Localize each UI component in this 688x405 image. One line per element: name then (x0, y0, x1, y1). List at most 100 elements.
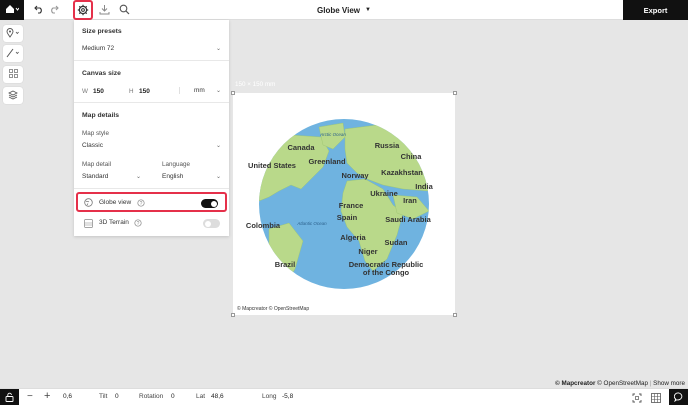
osm-credit[interactable]: © OpenStreetMap (597, 380, 648, 387)
chat-button[interactable] (669, 389, 688, 405)
resize-handle[interactable] (453, 313, 457, 317)
tilt-value[interactable]: 0 (115, 393, 119, 400)
fit-icon (632, 393, 642, 405)
divider (74, 102, 229, 103)
rotation-label: Rotation (139, 393, 164, 400)
chevron-down-icon: ⌄ (215, 143, 221, 149)
table-button[interactable] (651, 393, 661, 405)
redo-button[interactable] (47, 3, 61, 17)
width-label: W (82, 88, 88, 95)
terrain-label: 3D Terrain (99, 219, 129, 226)
layers-tool-button[interactable] (3, 87, 23, 104)
resize-handle[interactable] (453, 91, 457, 95)
lat-label: Lat (196, 393, 206, 400)
lat-value[interactable]: 48,6 (211, 393, 224, 400)
export-button[interactable]: Export (623, 0, 688, 20)
lock-icon (5, 392, 14, 404)
long-label: Long (262, 393, 277, 400)
map-style-label: Map style (82, 130, 109, 137)
resize-handle[interactable] (231, 91, 235, 95)
map-label: Saudi Arabia (385, 215, 431, 224)
height-input[interactable]: 150 (139, 88, 150, 95)
map-detail-value: Standard (82, 173, 109, 180)
help-icon[interactable]: ? (137, 199, 145, 209)
zoom-value[interactable]: 0,6 (63, 393, 72, 400)
map-label: Niger (358, 247, 377, 256)
unit-value: mm (194, 87, 205, 94)
download-button[interactable] (97, 3, 111, 17)
map-label: China (401, 152, 423, 161)
map-details-title: Map details (82, 112, 120, 119)
language-value: English (162, 173, 184, 180)
pin-tool-button[interactable] (3, 25, 23, 42)
minus-icon: − (27, 391, 33, 402)
top-bar: Globe View ▼ Export (0, 0, 688, 20)
unit-select[interactable]: mm ⌄ (179, 87, 221, 94)
pin-icon (6, 27, 20, 40)
globe-view-toggle[interactable] (201, 199, 218, 208)
chevron-down-icon: ⌄ (215, 88, 221, 94)
divider (74, 60, 229, 61)
resize-handle[interactable] (231, 313, 235, 317)
map-label: Kazakhstan (381, 168, 423, 177)
search-button[interactable] (117, 3, 131, 17)
map-label: Ukraine (370, 189, 398, 198)
table-icon (651, 393, 661, 405)
zoom-out-button[interactable]: − (27, 391, 33, 402)
status-bar: − + 0,6 Tilt 0 Rotation 0 Lat 48,6 Long … (0, 388, 688, 405)
lock-button[interactable] (0, 389, 19, 405)
long-value[interactable]: -5,8 (282, 393, 293, 400)
settings-button[interactable] (73, 0, 93, 20)
grid-icon (8, 69, 18, 80)
map-label: Russia (375, 141, 400, 150)
globe-view-row: Globe view ? (76, 192, 227, 212)
fit-view-button[interactable] (632, 393, 642, 405)
rotation-value[interactable]: 0 (171, 393, 175, 400)
map-label: Iran (403, 196, 417, 205)
language-select[interactable]: English ⌄ (162, 173, 221, 180)
divider (74, 188, 229, 189)
terrain-row: 3D Terrain ? (76, 214, 227, 234)
terrain-icon (84, 219, 93, 230)
language-label: Language (162, 161, 191, 168)
zoom-in-button[interactable]: + (44, 390, 50, 402)
toggle-knob (210, 200, 217, 207)
globe-view-label: Globe view (99, 199, 132, 206)
canvas-size-title: Canvas size (82, 70, 121, 77)
download-icon (99, 4, 110, 17)
undo-button[interactable] (32, 3, 46, 17)
help-icon[interactable]: ? (134, 219, 142, 229)
show-more-link[interactable]: Show more (653, 380, 685, 387)
home-icon (5, 4, 20, 16)
map-canvas[interactable]: Arctic Ocean Canada Greenland Russia Chi… (231, 91, 457, 317)
map-label: Colombia (246, 221, 281, 230)
plus-icon: + (44, 390, 51, 402)
globe-map: Arctic Ocean Canada Greenland Russia Chi… (246, 119, 434, 289)
settings-panel: Size presets Medium 72 ⌄ Canvas size W 1… (74, 20, 229, 236)
canvas-size-label: 150 × 150 mm (235, 81, 276, 88)
svg-text:?: ? (140, 201, 143, 207)
map-detail-select[interactable]: Standard ⌄ (82, 173, 141, 180)
globe-icon (84, 198, 93, 209)
size-presets-select[interactable]: Medium 72 ⌄ (82, 45, 221, 52)
map-style-value: Classic (82, 142, 103, 149)
line-icon (6, 48, 20, 60)
view-title-label: Globe View (317, 5, 361, 15)
map-label: Spain (337, 213, 358, 222)
canvas-attribution: © Mapcreator © OpenStreetMap (237, 306, 310, 312)
map-label: Sudan (385, 238, 408, 247)
map-label: Norway (341, 171, 369, 180)
grid-tool-button[interactable] (3, 66, 23, 83)
size-presets-value: Medium 72 (82, 45, 115, 52)
map-label: of the Congo (363, 268, 410, 277)
map-label: Atlantic Ocean (296, 221, 327, 226)
home-button[interactable] (0, 0, 24, 20)
map-style-select[interactable]: Classic ⌄ (82, 142, 221, 149)
mapcreator-credit: © Mapcreator (555, 380, 596, 387)
width-input[interactable]: 150 (93, 88, 104, 95)
height-label: H (129, 88, 134, 95)
chevron-down-icon: ⌄ (215, 46, 221, 52)
map-label: United States (248, 161, 296, 170)
line-tool-button[interactable] (3, 45, 23, 62)
terrain-toggle[interactable] (203, 219, 220, 228)
